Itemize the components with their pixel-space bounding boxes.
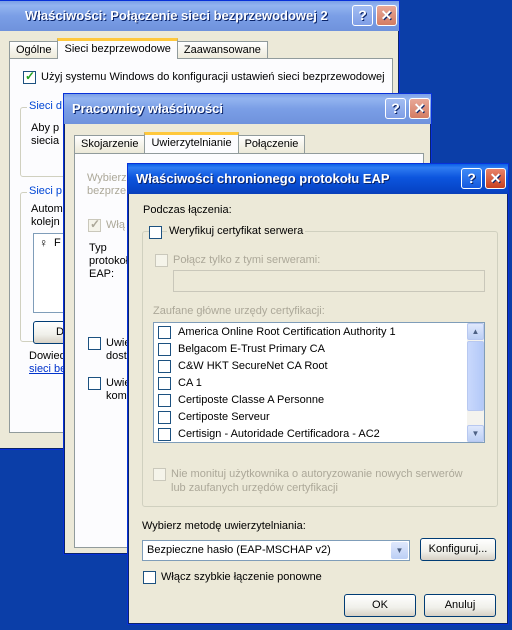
tab-wireless-networks[interactable]: Sieci bezprzewodowe bbox=[57, 38, 178, 59]
eap-type-label-2: protokoł bbox=[89, 255, 129, 267]
window1-help-button[interactable]: ? bbox=[352, 5, 373, 26]
eap-type-label-1: Typ bbox=[89, 242, 107, 254]
select-method-label: Wybierz metodę uwierzytelniania: bbox=[142, 520, 306, 532]
available-networks-title: Sieci d bbox=[27, 100, 65, 112]
ca-item-checkbox[interactable] bbox=[158, 326, 171, 339]
auth-method-select[interactable]: Bezpieczne hasło (EAP-MSCHAP v2) ▼ bbox=[142, 540, 410, 561]
window1-close-button[interactable]: ✕ bbox=[376, 5, 397, 26]
ca-list-scrollbar[interactable]: ▲ ▼ bbox=[467, 323, 484, 442]
ca-item-label: Certisign - Autoridade Certificadora - A… bbox=[178, 428, 380, 440]
verify-cert-checkbox[interactable] bbox=[149, 226, 162, 239]
preferred-networks-text-2: kolejn bbox=[31, 216, 60, 228]
tab-connection[interactable]: Połączenie bbox=[237, 135, 306, 153]
ca-item-checkbox[interactable] bbox=[158, 360, 171, 373]
ca-item-checkbox[interactable] bbox=[158, 343, 171, 356]
use-windows-config-checkbox[interactable]: ✓ bbox=[23, 69, 36, 84]
preferred-networks-title: Sieci p bbox=[27, 185, 65, 197]
tab-authentication[interactable]: Uwierzytelnianie bbox=[144, 132, 239, 153]
ca-item-label: C&W HKT SecureNet CA Root bbox=[178, 360, 328, 372]
preferred-network-item[interactable]: F bbox=[54, 237, 61, 249]
network-antenna-icon: ♀ bbox=[39, 236, 48, 250]
verify-cert-label: Weryfikuj certyfikat serwera bbox=[167, 225, 306, 237]
enable-ieee-label: Włą bbox=[106, 219, 125, 231]
window2-help-button[interactable]: ? bbox=[385, 98, 406, 119]
eap-type-label-3: EAP: bbox=[89, 268, 115, 280]
auth-method-value: Bezpieczne hasło (EAP-MSCHAP v2) bbox=[147, 544, 331, 556]
when-connecting-label: Podczas łączenia: bbox=[143, 204, 232, 216]
ca-item-label: Certiposte Serveur bbox=[178, 411, 270, 423]
available-networks-text-1: Aby p bbox=[31, 122, 60, 134]
window2-close-button[interactable]: ✕ bbox=[409, 98, 430, 119]
close-button[interactable]: ✕ bbox=[485, 168, 506, 189]
ca-item-checkbox[interactable] bbox=[158, 377, 171, 390]
configure-button[interactable]: Konfiguruj... bbox=[420, 538, 496, 561]
enable-ieee-checkbox[interactable]: ✓ bbox=[88, 217, 101, 232]
no-prompt-checkbox[interactable] bbox=[153, 468, 166, 481]
tab-advanced[interactable]: Zaawansowane bbox=[176, 41, 268, 59]
auth-desc-1: Wybierz bbox=[87, 172, 127, 184]
learn-more-text: Dowied bbox=[29, 350, 66, 362]
connect-only-label: Połącz tylko z tymi serwerami: bbox=[173, 254, 321, 266]
ok-button[interactable]: OK bbox=[344, 594, 416, 617]
window3-titlebar[interactable]: Właściwości chronionego protokołu EAP ? … bbox=[128, 164, 508, 194]
trusted-ca-label: Zaufane główne urzędy certyfikacji: bbox=[153, 305, 325, 317]
cancel-button[interactable]: Anuluj bbox=[424, 594, 496, 617]
tab-general[interactable]: Ogólne bbox=[9, 41, 59, 59]
scroll-up-arrow-icon[interactable]: ▲ bbox=[467, 323, 484, 340]
ca-item-checkbox[interactable] bbox=[158, 411, 171, 424]
scroll-down-arrow-icon[interactable]: ▼ bbox=[467, 425, 484, 442]
fast-reconnect-label: Włącz szybkie łączenie ponowne bbox=[161, 571, 322, 583]
auth-as-guest-checkbox[interactable] bbox=[88, 377, 101, 390]
chevron-down-icon[interactable]: ▼ bbox=[391, 542, 408, 559]
available-networks-text-2: siecia bbox=[31, 135, 60, 147]
window1-title: Właściwości: Połączenie sieci bezprzewod… bbox=[25, 8, 328, 23]
window2-title: Pracownicy właściwości bbox=[72, 101, 224, 116]
window2-titlebar[interactable]: Pracownicy właściwości ? ✕ bbox=[64, 94, 431, 124]
use-windows-config-label: Użyj systemu Windows do konfiguracji ust… bbox=[41, 71, 385, 83]
ca-item-label: America Online Root Certification Author… bbox=[178, 326, 396, 338]
connect-only-checkbox[interactable] bbox=[155, 254, 168, 267]
learn-more-link[interactable]: sieci be bbox=[29, 363, 66, 375]
ca-item-label: Certiposte Classe A Personne bbox=[178, 394, 325, 406]
protected-eap-properties-dialog: Właściwości chronionego protokołu EAP ? … bbox=[127, 163, 509, 625]
no-prompt-label-1: Nie monituj użytkownika o autoryzowanie … bbox=[171, 468, 463, 480]
verify-cert-group: Weryfikuj certyfikat serwera Połącz tylk… bbox=[142, 225, 498, 507]
servers-input[interactable] bbox=[173, 270, 485, 292]
ca-item-checkbox[interactable] bbox=[158, 394, 171, 407]
auth-desc-2: bezprze bbox=[87, 185, 127, 197]
ca-item-checkbox[interactable] bbox=[158, 428, 171, 441]
no-prompt-label-2: lub zaufanych urzędów certyfikacji bbox=[171, 482, 338, 494]
fast-reconnect-checkbox[interactable] bbox=[143, 571, 156, 584]
window1-titlebar[interactable]: Właściwości: Połączenie sieci bezprzewod… bbox=[0, 1, 399, 31]
auth-as-computer-checkbox[interactable] bbox=[88, 337, 101, 350]
ca-item-label: Belgacom E-Trust Primary CA bbox=[178, 343, 325, 355]
help-button[interactable]: ? bbox=[461, 168, 482, 189]
scroll-thumb[interactable] bbox=[467, 341, 484, 411]
preferred-networks-text-1: Autom bbox=[31, 203, 63, 215]
window3-title: Właściwości chronionego protokołu EAP bbox=[136, 171, 390, 186]
ca-item-label: CA 1 bbox=[178, 377, 202, 389]
trusted-ca-list[interactable]: America Online Root Certification Author… bbox=[153, 322, 485, 443]
tab-association[interactable]: Skojarzenie bbox=[74, 135, 146, 153]
